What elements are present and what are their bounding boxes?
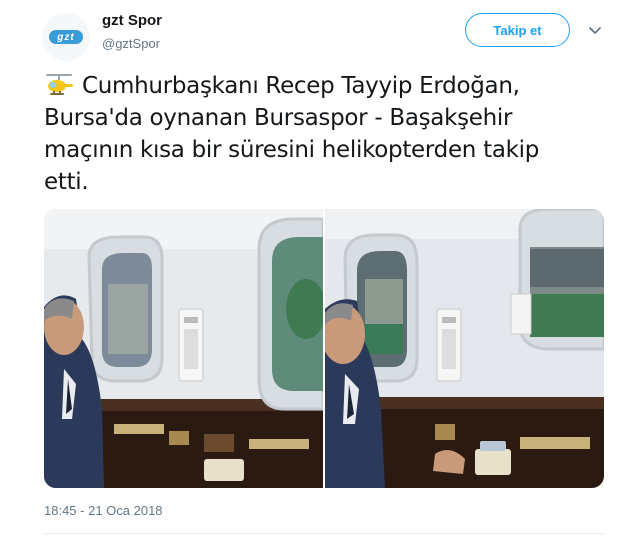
account-name[interactable]: gzt Spor: [102, 12, 162, 29]
tweet-text: Cumhurbaşkanı Recep Tayyip Erdoğan, Burs…: [44, 73, 540, 195]
photo-1[interactable]: [44, 209, 323, 488]
follow-button[interactable]: Takip et: [465, 13, 570, 47]
gzt-logo: gzt: [49, 30, 83, 44]
chevron-down-icon[interactable]: [588, 24, 602, 38]
account-handle[interactable]: @gztSpor: [102, 36, 160, 51]
divider: [44, 533, 604, 534]
tweet-timestamp[interactable]: 18:45 - 21 Oca 2018: [44, 503, 163, 518]
photo-2[interactable]: [325, 209, 604, 488]
tweet-text-container: Cumhurbaşkanı Recep Tayyip Erdoğan, Burs…: [44, 70, 589, 198]
helicopter-icon: [46, 74, 73, 95]
tweet-media: [44, 209, 604, 488]
avatar[interactable]: gzt: [42, 13, 90, 61]
